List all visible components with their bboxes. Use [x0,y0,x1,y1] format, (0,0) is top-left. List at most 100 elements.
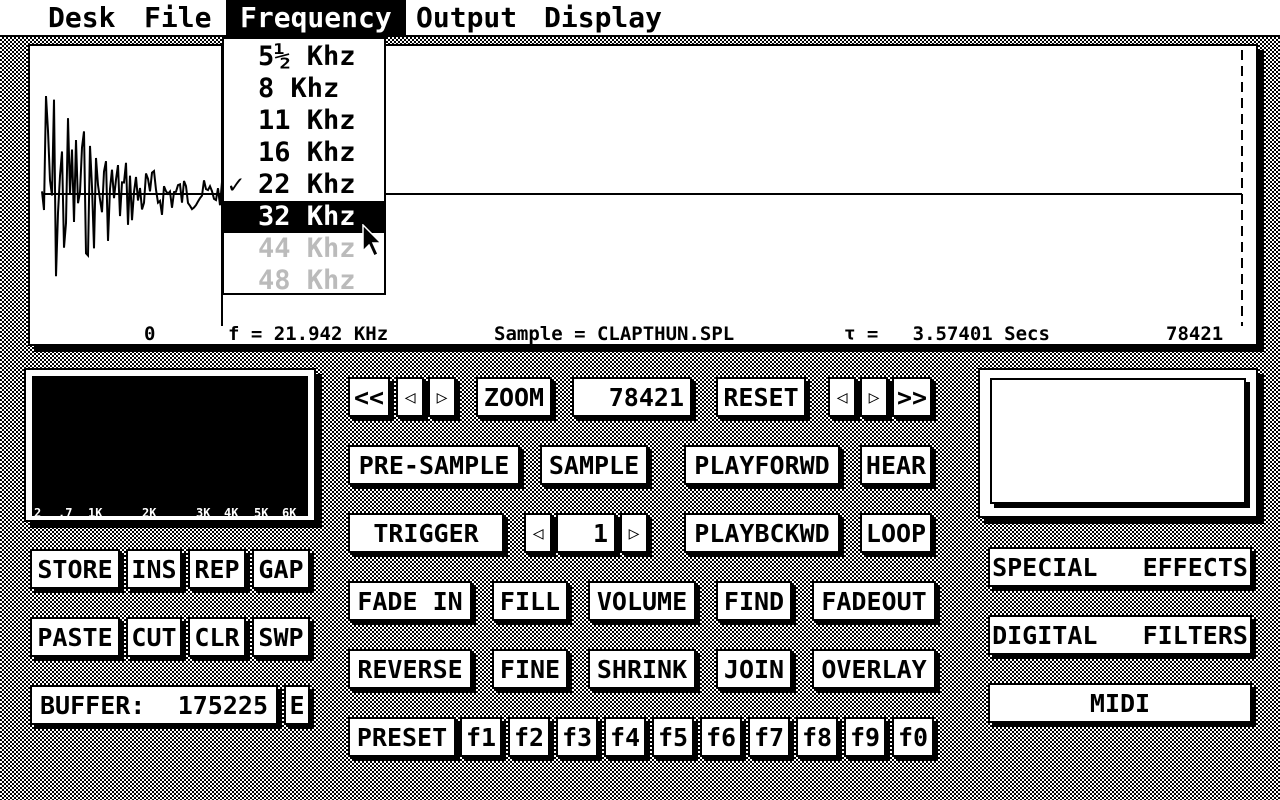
volume-button[interactable]: VOLUME [588,581,696,621]
buffer-label: BUFFER: [40,690,146,720]
step-left-button[interactable]: ◁ [396,377,424,417]
digital-filters-button[interactable]: DIGITAL FILTERS [988,615,1252,655]
freq-label: 11 Khz [258,105,356,136]
end-step-right-button[interactable]: ▷ [860,377,888,417]
arrow-right-icon: ▷ [868,386,880,408]
preset-f2-button[interactable]: f2 [508,717,550,757]
hear-button[interactable]: HEAR [860,445,932,485]
preset-f5-button[interactable]: f5 [652,717,694,757]
shrink-button[interactable]: SHRINK [588,649,696,689]
fadeout-button[interactable]: FADEOUT [812,581,936,621]
freq-8-khz[interactable]: 8 Khz [224,73,384,105]
clr-button[interactable]: CLR [188,617,246,657]
e-button[interactable]: E [284,685,310,725]
trigger-button[interactable]: TRIGGER [348,513,504,553]
fast-forward-button[interactable]: >> [892,377,932,417]
freq-label: 32 Khz [258,201,356,232]
spectrum-tick: 2 [34,506,42,520]
store-button[interactable]: STORE [30,549,120,589]
overlay-button[interactable]: OVERLAY [812,649,936,689]
arrow-right-icon: ▷ [436,386,448,408]
sample-button[interactable]: SAMPLE [540,445,648,485]
pre-sample-button[interactable]: PRE-SAMPLE [348,445,520,485]
midi-button[interactable]: MIDI [988,683,1252,723]
preset-f4-button[interactable]: f4 [604,717,646,757]
reset-button[interactable]: RESET [716,377,806,417]
menu-frequency[interactable]: Frequency [226,0,406,36]
spectrum-tick: 2K [142,506,157,520]
zoom-button[interactable]: ZOOM [476,377,552,417]
play-backward-button[interactable]: PLAYBCKWD [684,513,840,553]
find-button[interactable]: FIND [716,581,792,621]
spectrum-tick: 3K [196,506,211,520]
checkmark-icon: ✓ [228,170,244,200]
info-panel [978,368,1258,518]
freq-16-khz[interactable]: 16 Khz [224,137,384,169]
menu-bar: Desk File Frequency Output Display [0,0,1280,37]
time-readout: τ = 3.57401 Secs [844,323,1050,345]
preset-button[interactable]: PRESET [348,717,456,757]
preset-f1-button[interactable]: f1 [460,717,502,757]
preset-f6-button[interactable]: f6 [700,717,742,757]
waveform-panel[interactable]: 0 f = 21.942 KHz Sample = CLAPTHUN.SPL τ… [28,44,1258,346]
trigger-decrease-button[interactable]: ◁ [524,513,552,553]
waveform-trace [41,95,231,277]
trigger-increase-button[interactable]: ▷ [620,513,648,553]
freq-11-khz[interactable]: 11 Khz [224,105,384,137]
freq-label: 8 Khz [258,73,340,104]
mouse-pointer-icon [362,224,383,258]
arrow-right-icon: ▷ [628,522,640,544]
fade-in-button[interactable]: FADE IN [348,581,472,621]
menu-file[interactable]: File [130,0,225,36]
step-right-button[interactable]: ▷ [428,377,456,417]
loop-button[interactable]: LOOP [860,513,932,553]
spectrum-tick: 5K [254,506,269,520]
buffer-field: BUFFER: 175225 [30,685,278,725]
reverse-button[interactable]: REVERSE [348,649,472,689]
preset-f7-button[interactable]: f7 [748,717,790,757]
rewind-button[interactable]: << [348,377,390,417]
spectrum-panel [24,368,316,522]
waveform-display[interactable] [30,46,1256,344]
end-position-label: 78421 [1166,323,1224,345]
freq-label: 16 Khz [258,137,356,168]
spectrum-tick: 1K [88,506,103,520]
cut-button[interactable]: CUT [126,617,182,657]
start-position-label: 0 [144,323,156,345]
preset-f8-button[interactable]: f8 [796,717,838,757]
freq-label: 48 Khz [258,265,356,296]
spectrum-tick: .7 [58,506,73,520]
menu-output[interactable]: Output [402,0,531,36]
arrow-left-icon: ◁ [532,522,544,544]
freq-32-khz[interactable]: 32 Khz [224,201,384,233]
freq-label: 5½ Khz [258,41,356,72]
menu-display[interactable]: Display [530,0,676,36]
swp-button[interactable]: SWP [252,617,310,657]
preset-f9-button[interactable]: f9 [844,717,886,757]
play-forward-button[interactable]: PLAYFORWD [684,445,840,485]
spectrum-tick: 6K [282,506,297,520]
fine-button[interactable]: FINE [492,649,568,689]
spectrum-tick: 4K [224,506,239,520]
position-field[interactable]: 78421 [572,377,692,417]
trigger-value-field[interactable]: 1 [556,513,616,553]
freq-label: 44 Khz [258,233,356,264]
rep-button[interactable]: REP [188,549,246,589]
special-effects-button[interactable]: SPECIAL EFFECTS [988,547,1252,587]
preset-f0-button[interactable]: f0 [892,717,934,757]
ins-button[interactable]: INS [126,549,182,589]
freq-5-5-khz[interactable]: 5½ Khz [224,41,384,73]
gap-button[interactable]: GAP [252,549,310,589]
fill-button[interactable]: FILL [492,581,568,621]
info-display [990,378,1246,504]
freq-44-khz: 44 Khz [224,233,384,265]
end-step-left-button[interactable]: ◁ [828,377,856,417]
join-button[interactable]: JOIN [716,649,792,689]
buffer-value: 175225 [177,690,268,720]
sample-name-readout: Sample = CLAPTHUN.SPL [494,323,735,345]
preset-f3-button[interactable]: f3 [556,717,598,757]
menu-desk[interactable]: Desk [34,0,129,36]
freq-22-khz[interactable]: ✓ 22 Khz [224,169,384,201]
frequency-readout: f = 21.942 KHz [228,323,389,345]
paste-button[interactable]: PASTE [30,617,120,657]
